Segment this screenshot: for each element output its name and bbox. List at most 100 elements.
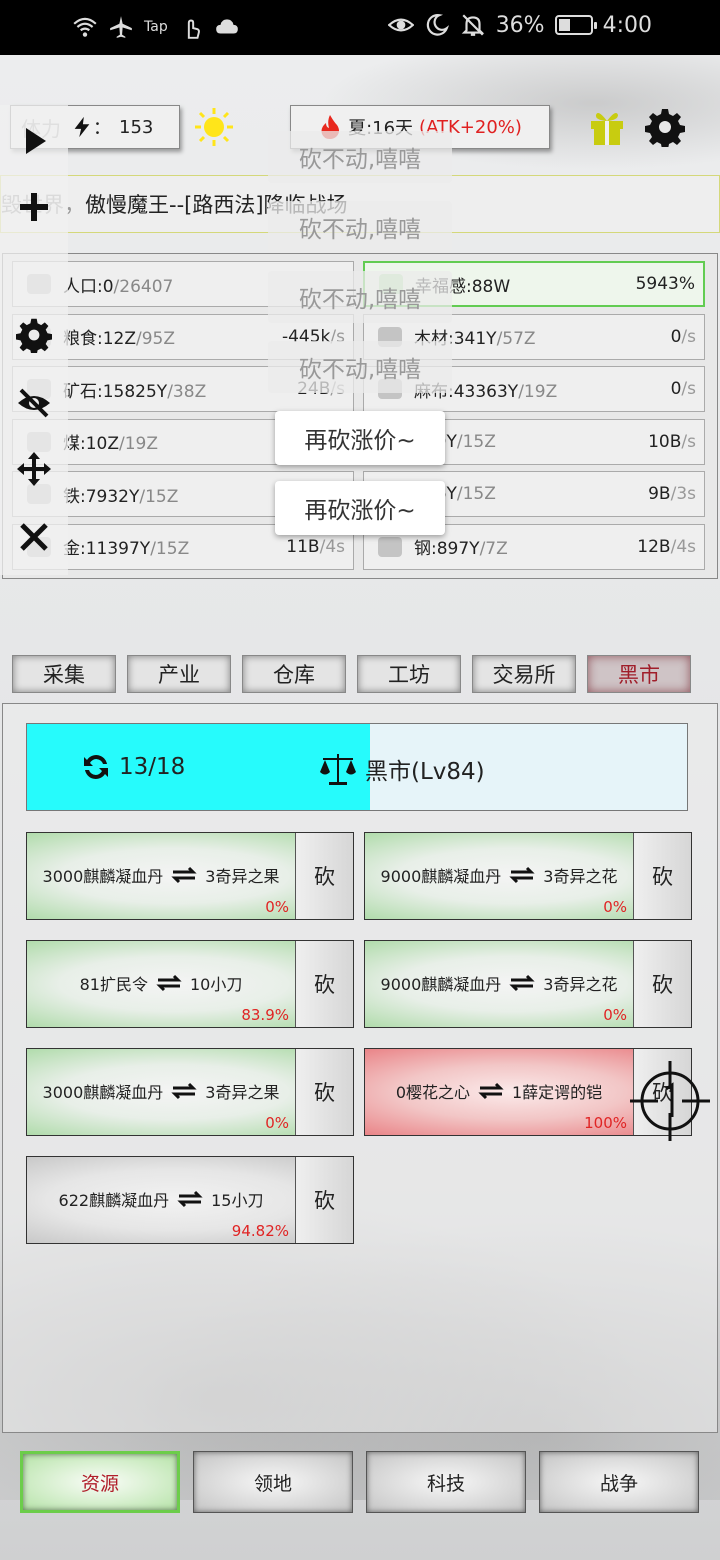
trade-card: 622麒麟凝血丹 15小刀 94.82% 砍 [26,1156,354,1244]
trade-card: 3000麒麟凝血丹 3奇异之果 0% 砍 [26,1048,354,1136]
price-up-popup: 再砍涨价~ [275,481,445,535]
trade-card: 9000麒麟凝血丹 3奇异之花 0% 砍 [364,832,692,920]
trade-offer: 3000麒麟凝血丹 3奇异之果 [27,1079,295,1103]
market-title: 黑市(Lv84) [319,752,485,786]
resource-amount: 铁:7932Y/15Z [63,486,179,507]
trade-get: 1薛定谔的铠 [512,1083,603,1102]
bargain-button[interactable]: 砍 [295,941,353,1027]
eye-icon [387,18,414,32]
moon-icon [426,14,449,36]
ghost-tooltip: 砍不动,嘻嘻 [268,341,452,393]
trade-get: 3奇异之花 [543,975,618,994]
tab-1[interactable]: 产业 [127,655,231,693]
trade-offer: 0樱花之心 1薛定谔的铠 [365,1079,633,1103]
battery-percent: 36% [495,12,545,38]
trade-discount: 94.82% [231,1222,289,1240]
ghost-tooltip: 砍不动,嘻嘻 [268,201,452,253]
bargain-button[interactable]: 砍 [295,1049,353,1135]
trade-offer: 81扩民令 10小刀 [27,971,295,995]
sun-icon [195,108,233,146]
trade-give: 9000麒麟凝血丹 [380,975,502,994]
play-icon[interactable] [16,123,52,159]
trade-discount: 83.9% [241,1006,289,1024]
hide-eye-icon[interactable] [16,385,52,421]
stamina-value: 153 [119,116,154,138]
stamina-separator: ： [93,118,111,139]
tab-5[interactable]: 黑市 [587,655,691,693]
trade-discount: 0% [603,898,627,916]
nav-2[interactable]: 科技 [366,1451,526,1513]
trade-discount: 0% [265,898,289,916]
gift-icon[interactable] [588,107,626,147]
swap-arrows-icon [177,1190,203,1208]
toolbar-gear-icon[interactable] [16,317,52,353]
market-title-text: 黑市(Lv84) [365,759,485,785]
price-up-popup: 再砍涨价~ [275,411,445,465]
swap-arrows-icon [478,1082,504,1100]
tap-label: Tap [144,19,168,35]
resource-rate: 0/s [670,379,696,399]
tab-0[interactable]: 采集 [12,655,116,693]
trade-card: 9000麒麟凝血丹 3奇异之花 0% 砍 [364,940,692,1028]
tab-4[interactable]: 交易所 [472,655,576,693]
resource-rate: 5943% [635,274,695,294]
resource-rate: 0/s [670,326,696,347]
swap-arrows-icon [509,866,535,884]
trade-give: 3000麒麟凝血丹 [42,1083,164,1102]
tab-2[interactable]: 仓库 [242,655,346,693]
trade-give: 9000麒麟凝血丹 [380,867,502,886]
lightning-icon [74,116,90,138]
trade-get: 3奇异之果 [205,1083,280,1102]
status-left: Tap [72,14,240,40]
wifi-icon [73,17,97,37]
resource-rate: 10B/s [648,431,696,452]
ghost-tooltip: 砍不动,嘻嘻 [268,271,452,323]
settings-gear-icon[interactable] [645,107,685,147]
tab-3[interactable]: 工坊 [357,655,461,693]
trade-card: 3000麒麟凝血丹 3奇异之果 0% 砍 [26,832,354,920]
nav-3[interactable]: 战争 [539,1451,699,1513]
trade-discount: 100% [584,1114,627,1132]
ghost-tooltip: 砍不动,嘻嘻 [268,131,452,183]
refresh-icon [84,755,108,779]
trade-give: 622麒麟凝血丹 [58,1191,170,1210]
trade-card: 81扩民令 10小刀 83.9% 砍 [26,940,354,1028]
move-arrows-icon[interactable] [16,451,52,487]
nav-1[interactable]: 领地 [193,1451,353,1513]
clock: 4:00 [602,12,652,38]
resource-amount: 粮食:12Z/95Z [63,329,176,349]
bargain-button[interactable]: 砍 [633,833,691,919]
airplane-icon [110,16,132,38]
trade-offer: 3000麒麟凝血丹 3奇异之果 [27,863,295,887]
cloud-icon [215,19,238,34]
refresh-counter[interactable]: 13/18 [79,750,185,784]
close-icon[interactable] [16,519,52,555]
status-right: 36% 4:00 [387,12,652,38]
bargain-button[interactable]: 砍 [633,941,691,1027]
trade-get: 15小刀 [211,1191,264,1210]
trade-give: 3000麒麟凝血丹 [42,867,164,886]
market-refresh-bar: 13/18 黑市(Lv84) [26,723,688,811]
plus-icon[interactable] [16,189,52,225]
crosshair-icon [630,1061,710,1141]
bargain-button[interactable]: 砍 [295,833,353,919]
touch-icon [187,19,200,39]
floating-toolbar [0,105,68,575]
trade-discount: 0% [265,1114,289,1132]
trade-offer: 9000麒麟凝血丹 3奇异之花 [365,971,633,995]
trade-discount: 0% [603,1006,627,1024]
resource-amount: 金:11397Y/15Z [63,539,190,559]
trade-offer: 622麒麟凝血丹 15小刀 [27,1187,295,1211]
trade-offer: 9000麒麟凝血丹 3奇异之花 [365,863,633,887]
swap-arrows-icon [156,974,182,992]
battery-icon [554,15,597,35]
refresh-count-text: 13/18 [119,754,186,780]
swap-arrows-icon [509,974,535,992]
trade-get: 10小刀 [190,975,243,994]
resource-amount: 钢:897Y/7Z [414,539,508,559]
resource-rate: 11B/4s [286,536,345,557]
nav-0[interactable]: 资源 [20,1451,180,1513]
resource-amount: 人口:0/26407 [63,276,174,297]
bargain-button[interactable]: 砍 [295,1157,353,1243]
resource-amount: 矿石:15825Y/38Z [63,381,207,402]
